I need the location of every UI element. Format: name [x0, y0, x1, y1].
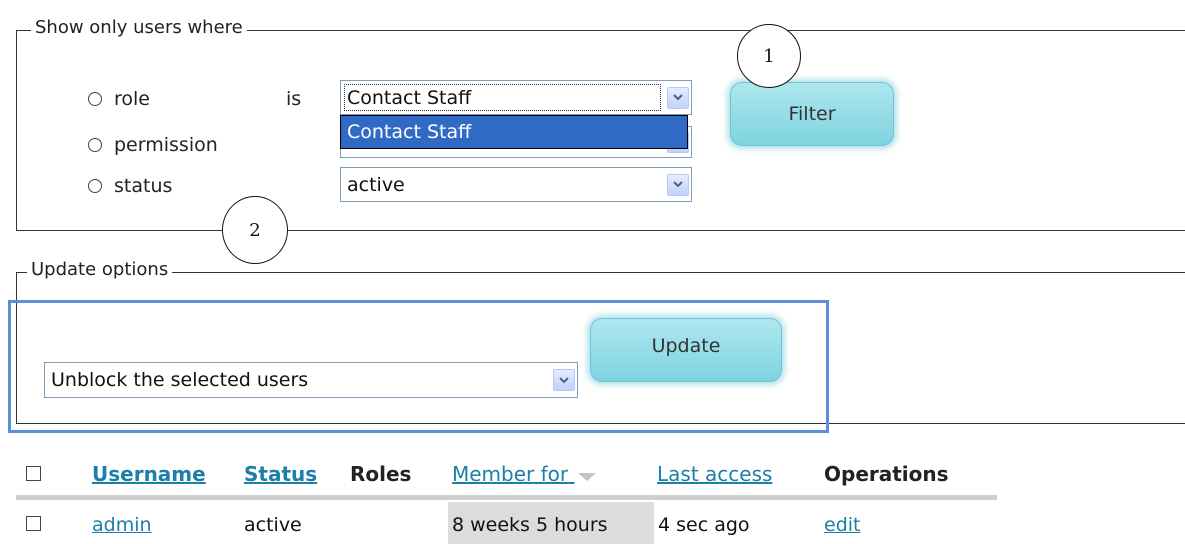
update-action-select[interactable]: Unblock the selected users [44, 362, 578, 398]
callout-1: 1 [737, 24, 801, 88]
table-header-rule [16, 495, 997, 500]
col-operations: Operations [824, 462, 949, 486]
radio-circle-icon[interactable] [88, 138, 102, 152]
sort-desc-icon [576, 464, 598, 488]
radio-role[interactable]: role [88, 88, 150, 110]
radio-circle-icon[interactable] [88, 92, 102, 106]
is-label: is [286, 88, 302, 110]
chevron-down-icon[interactable] [667, 173, 689, 196]
role-dropdown-option[interactable]: Contact Staff [340, 115, 688, 149]
filter-legend: Show only users where [31, 17, 247, 38]
select-all-checkbox[interactable] [26, 466, 41, 481]
update-legend: Update options [27, 259, 173, 280]
col-roles: Roles [350, 462, 412, 486]
cell-status: active [244, 514, 302, 536]
update-button[interactable]: Update [590, 318, 782, 382]
col-member-for[interactable]: Member for [452, 462, 598, 488]
radio-status[interactable]: status [88, 175, 172, 197]
radio-permission-label: permission [114, 134, 218, 156]
chevron-down-icon[interactable] [667, 86, 689, 109]
cell-member-for: 8 weeks 5 hours [452, 514, 608, 536]
radio-status-label: status [114, 175, 173, 197]
col-last-access[interactable]: Last access [657, 462, 772, 486]
col-status[interactable]: Status [244, 462, 317, 486]
update-action-select-value: Unblock the selected users [51, 369, 309, 391]
radio-circle-icon[interactable] [88, 179, 102, 193]
callout-2: 2 [222, 196, 288, 264]
role-select[interactable]: Contact Staff [340, 80, 692, 115]
filter-button[interactable]: Filter [730, 82, 894, 146]
cell-last-access: 4 sec ago [658, 514, 750, 536]
row-checkbox[interactable] [26, 516, 41, 531]
status-select[interactable]: active [340, 167, 692, 202]
users-table-header: Username Status Roles Member for Last ac… [0, 456, 1000, 496]
role-dropdown-option-label: Contact Staff [347, 121, 472, 143]
table-row: admin active 8 weeks 5 hours 4 sec ago e… [0, 502, 1000, 544]
radio-permission[interactable]: permission [88, 134, 218, 156]
chevron-down-icon[interactable] [553, 369, 575, 391]
status-select-value: active [347, 173, 405, 196]
role-select-value: Contact Staff [347, 86, 472, 109]
cell-username[interactable]: admin [92, 514, 152, 536]
col-username[interactable]: Username [92, 462, 206, 486]
radio-role-label: role [114, 88, 150, 110]
cell-edit-link[interactable]: edit [824, 514, 860, 536]
